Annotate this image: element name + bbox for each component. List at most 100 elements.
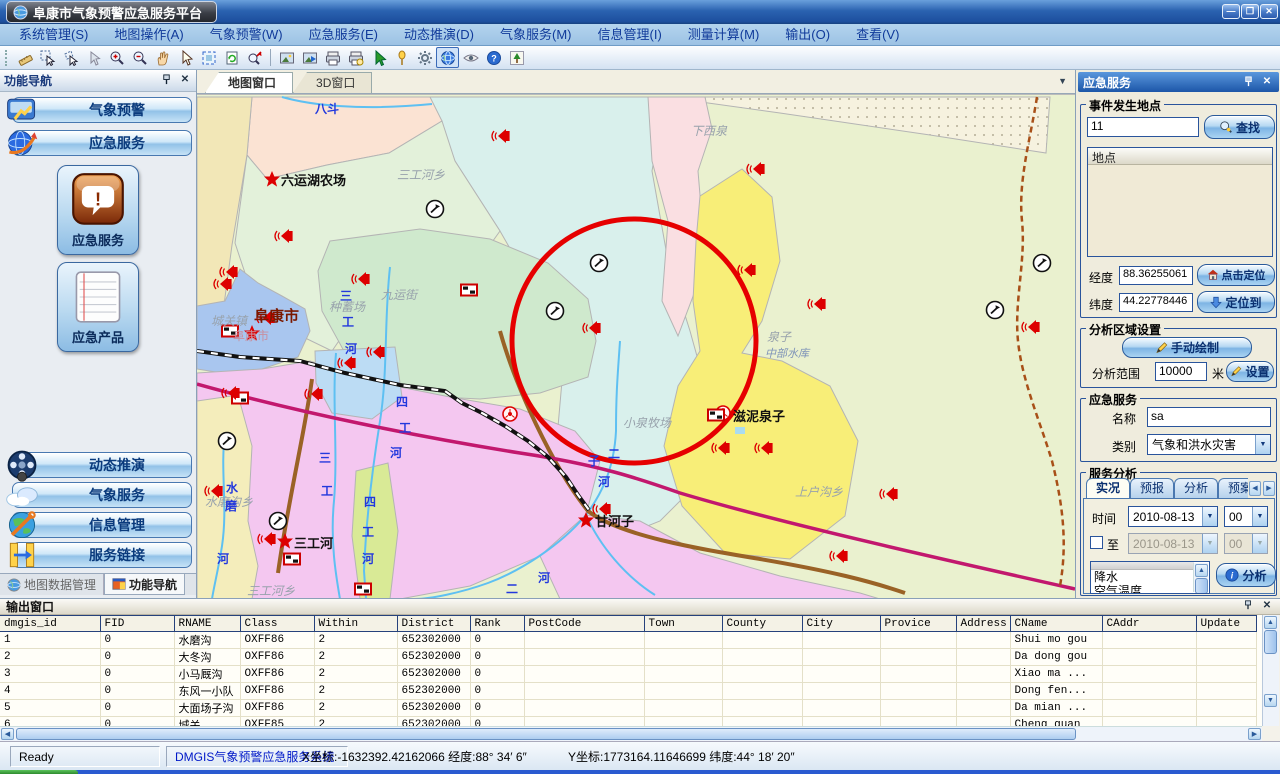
settings-button[interactable] xyxy=(413,47,436,68)
table-column-header[interactable]: RNAME xyxy=(174,616,240,632)
left-tab-1[interactable]: 功能导航 xyxy=(104,574,185,595)
table-column-header[interactable]: CAddr xyxy=(1102,616,1196,632)
map-tab-0[interactable]: 地图窗口 xyxy=(205,72,293,93)
element-listbox[interactable]: 降水空气温度 ▲ xyxy=(1090,561,1210,594)
toolbar-grip[interactable] xyxy=(5,50,10,66)
search-button[interactable]: 查找 xyxy=(1204,115,1275,139)
print-preview-button[interactable] xyxy=(344,47,367,68)
scroll-down-icon[interactable]: ▼ xyxy=(1264,694,1277,707)
emergency-service-button[interactable]: !应急服务 xyxy=(57,165,139,255)
scroll-thumb[interactable] xyxy=(16,728,1076,740)
event-location-input[interactable]: 11 xyxy=(1087,117,1199,137)
service-name-input[interactable]: sa xyxy=(1147,407,1271,427)
table-row[interactable]: 60城关OXFF8526523020000Cheng guan xyxy=(0,717,1256,727)
table-column-header[interactable]: Town xyxy=(644,616,722,632)
location-list[interactable]: 地点 xyxy=(1087,147,1273,257)
table-column-header[interactable]: County xyxy=(722,616,802,632)
export-map-button[interactable] xyxy=(298,47,321,68)
select-clear-button[interactable] xyxy=(82,47,105,68)
flag-icon[interactable] xyxy=(708,410,724,421)
menu-item-7[interactable]: 测量计算(M) xyxy=(675,25,773,45)
output-hscrollbar[interactable]: ◀ ▶ xyxy=(0,726,1262,741)
help-button[interactable]: ? xyxy=(482,47,505,68)
analyze-button[interactable]: i 分析 xyxy=(1216,563,1276,587)
site-circle-icon[interactable] xyxy=(270,513,287,530)
select-rect-button[interactable] xyxy=(36,47,59,68)
pan-button[interactable] xyxy=(151,47,174,68)
table-column-header[interactable]: Class xyxy=(240,616,314,632)
site-circle-icon[interactable] xyxy=(987,302,1004,319)
scroll-up-icon[interactable]: ▲ xyxy=(1195,564,1208,577)
scroll-left-icon[interactable]: ◀ xyxy=(1,728,14,740)
table-column-header[interactable]: CName xyxy=(1010,616,1102,632)
analysis-tab-0[interactable]: 实况 xyxy=(1086,478,1130,498)
element-list-item[interactable]: 空气温度 xyxy=(1091,584,1194,594)
globe-network-button[interactable] xyxy=(436,47,459,68)
menu-item-6[interactable]: 信息管理(I) xyxy=(585,25,675,45)
sidebar-item-bottom-2[interactable]: 信息管理 xyxy=(2,511,194,539)
chevron-down-icon[interactable]: ▼ xyxy=(1202,507,1217,526)
tab-scroll-right[interactable]: ▶ xyxy=(1263,481,1275,496)
analysis-tab-1[interactable]: 预报 xyxy=(1130,478,1174,498)
site-circle-icon[interactable] xyxy=(547,303,564,320)
zoom-in-button[interactable] xyxy=(105,47,128,68)
emergency-product-button[interactable]: 应急产品 xyxy=(57,262,139,352)
table-column-header[interactable]: PostCode xyxy=(524,616,644,632)
analysis-tab-3[interactable]: 预案 xyxy=(1218,478,1248,498)
table-row[interactable]: 40东风一小队OXFF8626523020000Dong fen... xyxy=(0,683,1256,700)
menu-item-4[interactable]: 动态推演(D) xyxy=(391,25,487,45)
pin-icon[interactable] xyxy=(1243,600,1257,613)
site-circle-icon[interactable] xyxy=(591,255,608,272)
site-circle-icon[interactable] xyxy=(427,201,444,218)
left-tab-0[interactable]: 地图数据管理 xyxy=(0,574,104,595)
pin-icon[interactable] xyxy=(161,74,175,87)
chevron-down-icon[interactable]: ▼ xyxy=(1202,534,1217,553)
range-input[interactable]: 10000 xyxy=(1155,362,1207,381)
output-vscrollbar[interactable]: ▲ ▼ xyxy=(1262,615,1279,726)
scroll-right-icon[interactable]: ▶ xyxy=(1248,728,1261,740)
menu-item-3[interactable]: 应急服务(E) xyxy=(296,25,391,45)
print-button[interactable] xyxy=(321,47,344,68)
zoom-scale-button[interactable] xyxy=(243,47,266,68)
menu-item-5[interactable]: 气象服务(M) xyxy=(487,25,585,45)
pointer-green-button[interactable] xyxy=(367,47,390,68)
refresh-button[interactable] xyxy=(220,47,243,68)
element-list-item[interactable]: 降水 xyxy=(1091,570,1194,584)
listbox-scrollbar[interactable]: ▲ xyxy=(1193,563,1208,592)
zoom-out-button[interactable] xyxy=(128,47,151,68)
map-region[interactable] xyxy=(352,463,398,598)
sidebar-item-bottom-1[interactable]: 气象服务 xyxy=(2,481,194,509)
table-column-header[interactable]: District xyxy=(397,616,470,632)
end-date-select[interactable]: 2010-08-13 ▼ xyxy=(1128,533,1218,554)
table-row[interactable]: 20大冬沟OXFF8626523020000Da dong gou xyxy=(0,649,1256,666)
visibility-button[interactable] xyxy=(459,47,482,68)
full-extent-button[interactable] xyxy=(197,47,220,68)
pin-icon[interactable] xyxy=(1243,76,1257,89)
table-row[interactable]: 30小马厩沟OXFF8626523020000Xiao ma ... xyxy=(0,666,1256,683)
latitude-input[interactable]: 44.22778446 xyxy=(1119,293,1193,312)
close-button[interactable]: ✕ xyxy=(1260,4,1278,19)
sidebar-item-0[interactable]: 气象预警 xyxy=(2,96,194,124)
tab-scroll-left[interactable]: ◀ xyxy=(1249,481,1261,496)
chevron-down-icon[interactable]: ▼ xyxy=(1255,435,1270,454)
scroll-up-icon[interactable]: ▲ xyxy=(1264,616,1277,629)
menu-item-0[interactable]: 系统管理(S) xyxy=(6,25,101,45)
flag-icon[interactable] xyxy=(284,554,300,565)
menu-item-9[interactable]: 查看(V) xyxy=(843,25,912,45)
table-column-header[interactable]: Within xyxy=(314,616,397,632)
longitude-input[interactable]: 88.36255061 xyxy=(1119,266,1193,285)
sidebar-item-bottom-0[interactable]: 动态推演 xyxy=(2,451,194,479)
to-checkbox[interactable] xyxy=(1090,536,1103,549)
pointer-button[interactable] xyxy=(174,47,197,68)
scroll-thumb[interactable] xyxy=(1195,578,1208,594)
measure-button[interactable] xyxy=(13,47,36,68)
chevron-down-icon[interactable]: ▼ xyxy=(1252,534,1267,553)
image-layer-button[interactable] xyxy=(275,47,298,68)
menu-item-1[interactable]: 地图操作(A) xyxy=(101,25,196,45)
select-poly-button[interactable] xyxy=(59,47,82,68)
table-column-header[interactable]: FID xyxy=(100,616,174,632)
table-row[interactable]: 50大面场子沟OXFF8626523020000Da mian ... xyxy=(0,700,1256,717)
minimize-button[interactable]: — xyxy=(1222,4,1240,19)
sidebar-item-1[interactable]: 应急服务 xyxy=(2,129,194,157)
site-circle-icon[interactable] xyxy=(1034,255,1051,272)
